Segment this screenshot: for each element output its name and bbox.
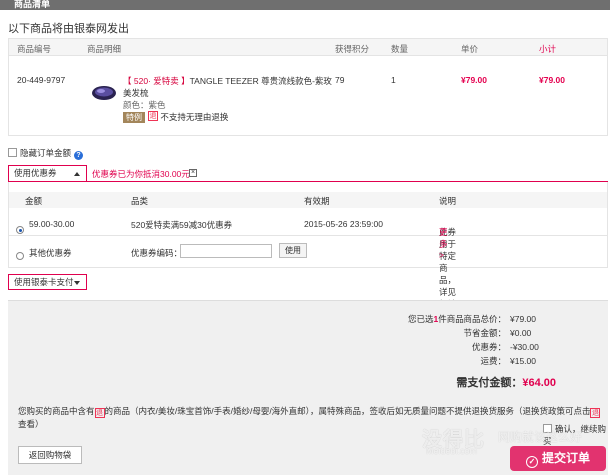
- product-qty: 1: [391, 75, 396, 85]
- return-policy-link-icon[interactable]: 退: [590, 408, 601, 418]
- col-detail: 商品明细: [87, 44, 122, 54]
- summary-goods-total: 商品总价： ¥79.00: [463, 314, 536, 324]
- back-to-cart-button[interactable]: 返回购物袋: [18, 446, 82, 464]
- use-coupon-button[interactable]: 使用: [279, 243, 307, 258]
- other-coupon-row: 其他优惠券 优惠券编码：: [9, 242, 607, 264]
- coupon-row[interactable]: 59.00-30.00 520爱特卖满59减30优惠券 2015-05-26 2…: [9, 212, 607, 321]
- radio-selected-icon: [16, 226, 24, 234]
- use-coupon-toggle[interactable]: 使用优惠券: [8, 165, 87, 181]
- coupon-code-input[interactable]: [180, 244, 272, 258]
- submit-order-button[interactable]: ✓ 提交订单: [510, 446, 606, 471]
- return-icon: 退: [148, 111, 158, 121]
- return-icon: 退: [94, 408, 105, 418]
- other-coupon-label: 其他优惠券: [29, 248, 72, 258]
- product-name-link[interactable]: 【 520· 爱特卖 】TANGLE TEEZER 尊贵流线款色-紫玫美发梳: [123, 75, 333, 99]
- check-icon: ✓: [525, 456, 538, 468]
- caret-down-icon: [74, 281, 80, 285]
- coupon-col-category: 品类: [131, 196, 149, 206]
- use-coupon-label: 使用优惠券: [14, 168, 57, 178]
- hide-amount-checkbox[interactable]: [8, 148, 17, 157]
- col-qty: 数量: [391, 44, 409, 54]
- product-promo: 【 520· 爱特卖 】: [123, 76, 190, 86]
- col-points: 获得积分: [335, 44, 370, 54]
- summary-coupon: 优惠券： -¥30.00: [471, 342, 539, 352]
- product-points: 79: [335, 75, 345, 85]
- product-unit-price: ¥79.00: [461, 75, 487, 85]
- coupon-col-desc: 说明: [439, 196, 457, 206]
- special-sale-badge: 特例: [123, 112, 145, 123]
- shipping-title: 以下商品将由银泰网发出: [8, 23, 129, 35]
- summary-shipping: 运费： ¥15.00: [480, 356, 536, 366]
- product-table-header: 商品编号 商品明细 获得积分 数量 单价 小计: [8, 38, 608, 56]
- col-code: 商品编号: [17, 44, 52, 54]
- col-subtotal: 小计: [539, 44, 557, 54]
- no-return-text: 不支持无理由退换: [160, 112, 229, 122]
- watermark-slogan: 网购就该这么好: [498, 430, 583, 444]
- section-header-title: 商品清单: [14, 0, 51, 9]
- item-count: 您已选1件商品: [408, 314, 464, 324]
- coupon-col-expiry: 有效期: [304, 196, 330, 206]
- radio-unselected-icon: [16, 252, 24, 260]
- use-yintai-card-toggle[interactable]: 使用银泰卡支付: [8, 274, 87, 290]
- hide-amount-option: 隐藏订单金额?: [8, 147, 84, 160]
- section-header-bar: 商品清单: [0, 0, 610, 10]
- coupon-expiry: 2015-05-26 23:59:00: [304, 219, 383, 229]
- coupon-category: 520爱特卖满59减30优惠券: [131, 220, 233, 230]
- order-summary: 您已选1件商品 商品总价： ¥79.00 节省金额： ¥0.00 优惠券： -¥30.…: [8, 300, 608, 475]
- coupon-code-label: 优惠券编码：: [131, 248, 183, 258]
- help-icon[interactable]: ?: [74, 151, 84, 160]
- watermark-url: Meidebi.com: [426, 446, 478, 456]
- special-goods-notice: 您购买的商品中含有退的商品（内衣/美妆/珠宝首饰/手表/婚纱/母婴/海外直邮），…: [18, 406, 601, 429]
- product-thumbnail-brush-image[interactable]: [89, 83, 119, 103]
- submit-order-label: 提交订单: [541, 451, 590, 465]
- product-subtotal: ¥79.00: [539, 75, 565, 85]
- summary-saved: 节省金额： ¥0.00: [463, 328, 532, 338]
- total-payable-value: ¥64.00: [522, 377, 556, 389]
- coupon-discount-message: 优惠券已为你抵消30.00元: [92, 169, 190, 179]
- coupon-panel: 金额 品类 有效期 说明 59.00-30.00 520爱特卖满59减30优惠券…: [8, 182, 608, 321]
- product-color: 颜色：紫色: [123, 100, 166, 110]
- product-row: 20-449-9797 【 520· 爱特卖 】TANGLE TEEZER 尊贵…: [8, 56, 608, 136]
- coupon-amount: 59.00-30.00: [29, 219, 75, 229]
- close-icon[interactable]: ×: [189, 169, 197, 177]
- coupon-table-header: 金额 品类 有效期 说明: [9, 192, 607, 208]
- hide-amount-label: 隐藏订单金额: [20, 148, 72, 158]
- product-tags: 特例退 不支持无理由退换: [123, 111, 228, 123]
- col-unit-price: 单价: [461, 44, 479, 54]
- caret-up-icon: [74, 172, 80, 176]
- use-yintai-card-label: 使用银泰卡支付: [14, 277, 74, 287]
- product-code: 20-449-9797: [17, 75, 66, 85]
- total-payable: 需支付金额：¥64.00: [456, 377, 556, 389]
- coupon-col-amount: 金额: [25, 196, 43, 206]
